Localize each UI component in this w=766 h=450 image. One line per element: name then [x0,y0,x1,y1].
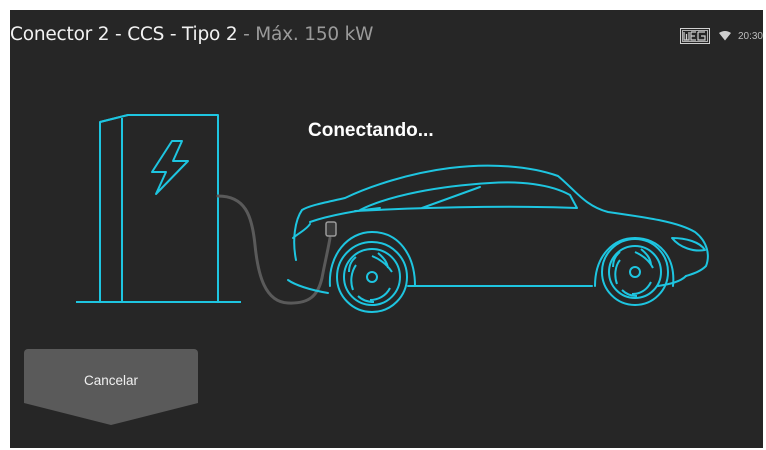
lightning-bolt-icon [151,140,189,195]
cancel-label: Cancelar [83,373,139,388]
charger-screen: Conector 2 - CCS - Tipo 2 - Máx. 150 kW … [10,10,763,448]
car-icon [287,164,709,294]
front-wheel-icon [336,241,408,313]
rear-wheel-icon [601,238,669,306]
connection-status: Conectando... [308,120,434,141]
charging-station-icon [99,114,219,302]
charging-plug [325,221,337,237]
charging-cable [216,194,332,305]
